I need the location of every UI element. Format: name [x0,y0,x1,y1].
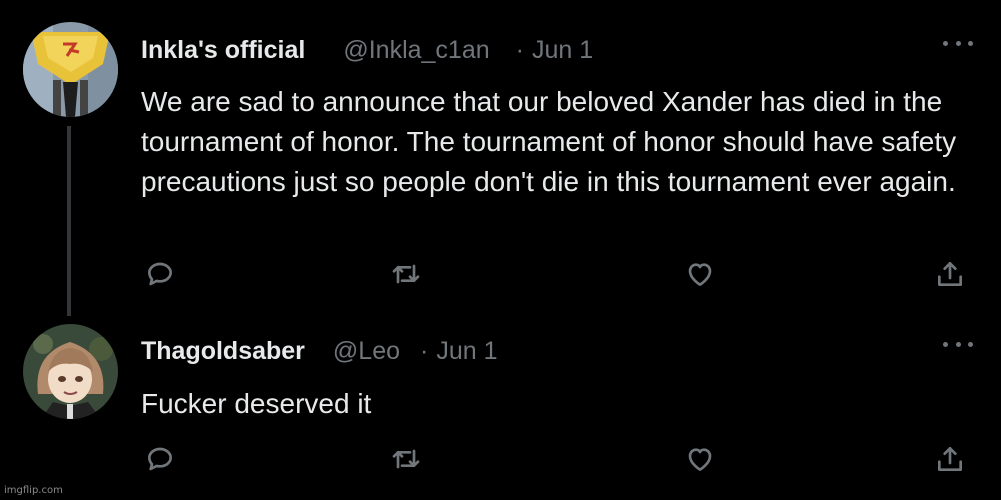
separator-dot: · [515,35,524,64]
tweet-date[interactable]: Jun 1 [532,36,593,65]
tweet-actions [0,441,1001,477]
display-name[interactable]: Thagoldsaber [141,337,305,366]
tweet-date[interactable]: Jun 1 [436,337,497,366]
avatar[interactable] [23,324,118,419]
tweet-header: Inkla's official @Inkla_c1an · Jun 1 [141,35,593,65]
like-icon[interactable] [682,256,718,292]
display-name[interactable]: Inkla's official [141,36,305,65]
share-icon[interactable] [932,256,968,292]
anime-character-avatar-icon [23,324,118,419]
tweet-header: Thagoldsaber @Leo · Jun 1 [141,336,498,366]
more-options-icon[interactable] [943,337,973,351]
user-handle[interactable]: @Leo [333,337,400,366]
user-handle[interactable]: @Inkla_c1an [343,36,489,65]
banner-avatar-icon [23,22,118,117]
share-icon[interactable] [932,441,968,477]
tweet[interactable]: Thagoldsaber @Leo · Jun 1 Fucker deserve… [0,320,1001,490]
tweet-text: We are sad to announce that our beloved … [141,86,957,197]
reply-icon[interactable] [142,256,178,292]
like-icon[interactable] [682,441,718,477]
retweet-icon[interactable] [388,441,424,477]
reply-icon[interactable] [142,441,178,477]
watermark: imgflip.com [4,485,63,496]
avatar[interactable] [23,22,118,117]
retweet-icon[interactable] [388,256,424,292]
more-options-icon[interactable] [943,36,973,50]
tweet[interactable]: Inkla's official @Inkla_c1an · Jun 1 We … [0,0,1001,316]
separator-dot: · [420,336,429,365]
tweet-actions [0,256,1001,292]
tweet-text: Fucker deserved it [141,388,372,419]
